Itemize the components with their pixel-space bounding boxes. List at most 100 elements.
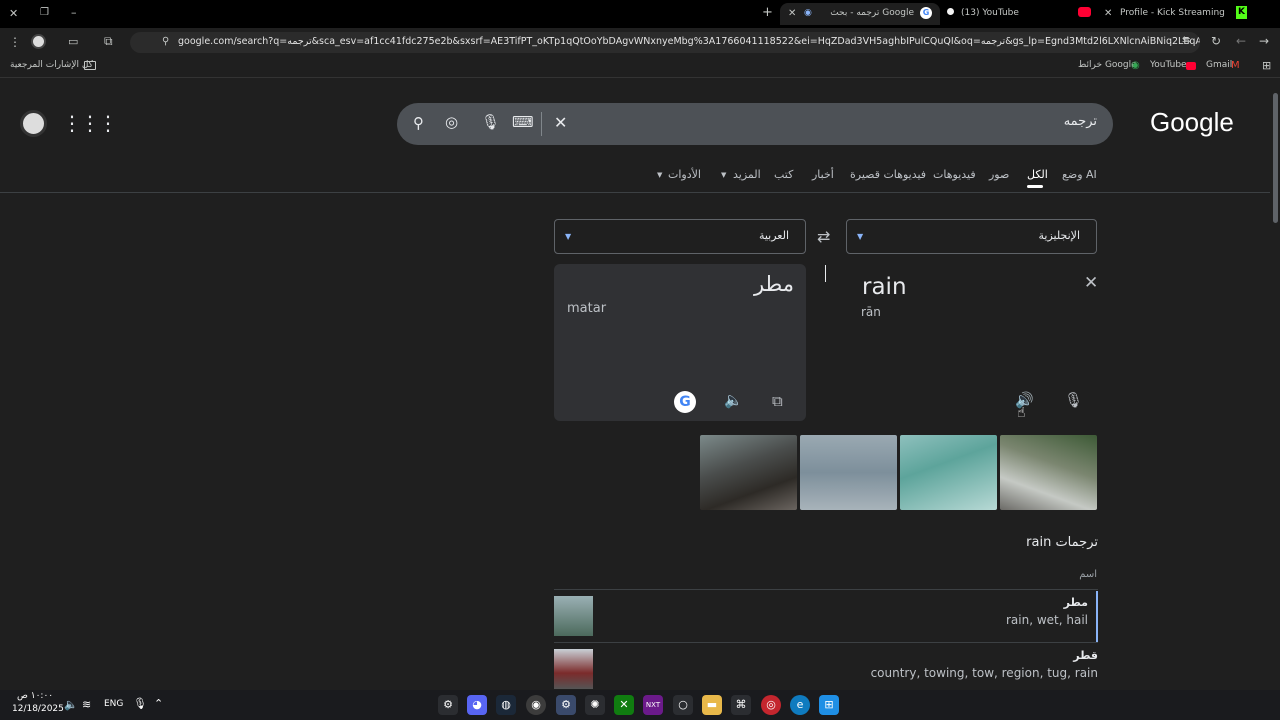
app-icon[interactable]: NXT — [643, 695, 663, 715]
lens-icon[interactable]: ◎ — [445, 113, 458, 131]
tab-google-search[interactable]: ✕ ◉ ترجمه - بحث Google G — [780, 3, 940, 25]
edge-icon[interactable]: e — [790, 695, 810, 715]
microphone-icon[interactable]: 🎙 — [133, 697, 147, 710]
clear-search-icon[interactable]: ✕ — [554, 113, 567, 132]
source-language-select[interactable]: ▼ الإنجليزية — [846, 219, 1097, 254]
cast-icon[interactable]: ▭ — [68, 35, 78, 48]
rain-image[interactable] — [900, 435, 997, 510]
row-word: قطر — [1073, 649, 1098, 662]
transliteration: matar — [567, 301, 607, 316]
tab-tools[interactable]: الأدوات — [668, 168, 701, 181]
tab-audio-icon — [947, 8, 954, 15]
translations-heading: ترجمات rain — [1026, 535, 1098, 550]
reload-icon[interactable]: ↻ — [1211, 34, 1221, 48]
menu-icon[interactable]: ⋮ — [9, 35, 21, 49]
restore-window-icon[interactable]: ❐ — [40, 7, 49, 18]
row-meanings: rain, wet, hail — [1005, 613, 1088, 627]
translation-row[interactable]: قطر country, towing, tow, region, tug, r… — [554, 642, 1098, 690]
tab-videos[interactable]: فيديوهات — [933, 168, 976, 181]
translate-page-icon[interactable]: ⇆ — [1182, 35, 1190, 46]
app-icon[interactable]: ⌘ — [731, 695, 751, 715]
clock-time[interactable]: ١٠:٠٠ ص — [17, 691, 53, 701]
tab-kick[interactable]: ✕ Profile - Kick Streaming K — [1100, 3, 1255, 25]
translation-row[interactable]: مطر rain, wet, hail — [554, 589, 1098, 643]
copy-icon[interactable]: ⧉ — [772, 392, 783, 410]
bookmark-gmail[interactable]: Gmail — [1206, 60, 1232, 70]
target-language-select[interactable]: ▼ العربية — [554, 219, 806, 254]
search-icon[interactable]: ⚲ — [413, 114, 424, 132]
clear-text-icon[interactable]: ✕ — [1084, 273, 1098, 293]
settings-app-icon[interactable]: ⚙ — [438, 695, 458, 715]
file-explorer-icon[interactable]: ▬ — [702, 695, 722, 715]
audio-playing-icon[interactable]: ◉ — [804, 8, 812, 18]
account-avatar[interactable] — [20, 110, 47, 137]
tab-images[interactable]: صور — [989, 168, 1009, 181]
clock-date[interactable]: 12/18/2025 — [12, 704, 64, 714]
keyboard-icon[interactable]: ⌨ — [512, 113, 534, 131]
address-bar[interactable]: google.com/search?q=ترجمه&sca_esv=af1cc4… — [130, 32, 1200, 53]
volume-icon[interactable]: 🔈 — [64, 698, 78, 711]
tab-books[interactable]: كتب — [774, 168, 793, 181]
source-language: الإنجليزية — [1038, 229, 1080, 242]
profile-avatar[interactable] — [31, 34, 46, 49]
google-apps-icon[interactable]: ⋮⋮⋮ — [62, 111, 118, 135]
speaker-icon[interactable]: 🔈 — [724, 391, 743, 409]
site-info-icon[interactable]: ⚲ — [162, 36, 169, 47]
search-app-icon[interactable]: ○ — [673, 695, 693, 715]
search-box[interactable]: ⚲ ◎ 🎙 ⌨ ✕ ترجمه — [397, 103, 1113, 145]
close-tab-icon[interactable]: ✕ — [788, 8, 796, 19]
tab-all[interactable]: الكل — [1027, 168, 1048, 181]
minimize-window-icon[interactable]: – — [71, 6, 77, 19]
tab-short-videos[interactable]: فيديوهات قصيرة — [850, 168, 926, 181]
windows-start-icon[interactable]: ⊞ — [819, 695, 839, 715]
chevron-up-icon[interactable]: ⌃ — [154, 697, 163, 710]
search-page: ⋮⋮⋮ ⚲ ◎ 🎙 ⌨ ✕ ترجمه Google وضع AI الكل ص… — [0, 79, 1270, 690]
google-logo[interactable]: Google — [1150, 107, 1234, 138]
microphone-icon[interactable]: 🎙 — [481, 113, 500, 131]
tab-ai-mode[interactable]: وضع AI — [1062, 168, 1097, 181]
language-indicator[interactable]: ENG — [104, 699, 123, 709]
bookmark-maps[interactable]: خرائط Google — [1078, 60, 1137, 70]
tab-title: (13) YouTube — [961, 8, 1019, 18]
bookmark-all[interactable]: كل الإشارات المرجعية — [10, 60, 93, 70]
youtube-favicon-icon — [1078, 7, 1091, 17]
forward-icon[interactable]: ← — [1236, 34, 1246, 48]
chrome-icon[interactable]: ◉ — [526, 695, 546, 715]
back-icon[interactable]: → — [1259, 34, 1269, 48]
search-query[interactable]: ترجمه — [1064, 114, 1097, 129]
tab-youtube[interactable]: (13) YouTube — [945, 3, 1095, 25]
row-thumbnail — [554, 596, 593, 636]
discord-icon[interactable]: ◕ — [467, 695, 487, 715]
chevron-down-icon: ▼ — [857, 232, 864, 241]
new-tab-icon[interactable]: + — [762, 5, 773, 20]
source-text[interactable]: rain — [862, 274, 907, 300]
kick-favicon-icon: K — [1236, 6, 1247, 19]
wifi-icon[interactable]: ≋ — [82, 698, 91, 711]
rain-image[interactable] — [700, 435, 797, 510]
xbox-icon[interactable]: ✕ — [614, 695, 634, 715]
folder-icon — [84, 61, 96, 70]
app-icon[interactable]: ⚙ — [556, 695, 576, 715]
tab-news[interactable]: أخبار — [812, 168, 834, 181]
chevron-down-icon: ▼ — [721, 171, 727, 179]
scrollbar-thumb[interactable] — [1273, 93, 1278, 223]
part-of-speech: اسم — [1079, 569, 1097, 580]
app-icon[interactable]: ✺ — [585, 695, 605, 715]
gmail-icon: M — [1231, 60, 1240, 71]
row-word: مطر — [1063, 596, 1088, 609]
close-window-icon[interactable]: ✕ — [9, 7, 18, 20]
chevron-down-icon: ▼ — [657, 171, 663, 179]
steam-icon[interactable]: ◍ — [496, 695, 516, 715]
apps-grid-icon[interactable]: ⊞ — [1262, 59, 1271, 72]
page-scrollbar[interactable] — [1270, 79, 1280, 690]
bookmark-youtube[interactable]: YouTube — [1150, 60, 1187, 70]
rain-image[interactable] — [1000, 435, 1097, 510]
rain-image[interactable] — [800, 435, 897, 510]
app-icon[interactable]: ◎ — [761, 695, 781, 715]
close-tab-icon[interactable]: ✕ — [1104, 8, 1112, 19]
microphone-icon[interactable]: 🎙 — [1064, 391, 1083, 409]
tab-more[interactable]: المزيد — [733, 168, 761, 181]
google-translate-icon[interactable]: G — [674, 391, 696, 413]
swap-languages-icon[interactable]: ⇄ — [817, 227, 830, 246]
extensions-icon[interactable]: ⧉ — [104, 34, 113, 49]
